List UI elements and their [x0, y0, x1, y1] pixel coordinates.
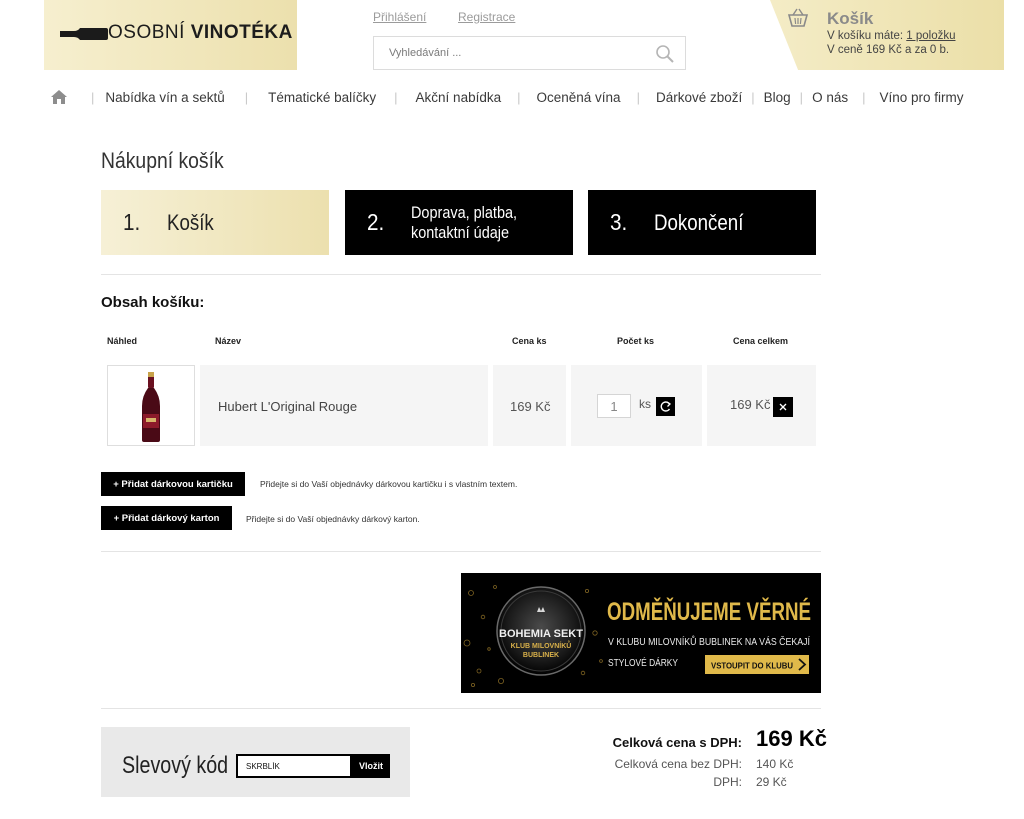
- banner-subtitle-2: STYLOVÉ DÁRKY: [608, 656, 678, 669]
- nav-item-awarded[interactable]: Oceněná vína: [537, 90, 621, 105]
- search-box: [373, 36, 686, 70]
- nav-item-gifts[interactable]: Dárkové zboží: [656, 90, 742, 105]
- col-header-quantity: Počet ks: [617, 336, 655, 346]
- register-link[interactable]: Registrace: [458, 10, 515, 24]
- banner-graphic: BOHEMIA SEKT KLUB MILOVNÍKŮ BUBLINEK ODM…: [463, 585, 811, 688]
- nav-item-about[interactable]: O nás: [812, 90, 848, 105]
- nav-separator: |: [244, 89, 249, 105]
- nav-item-wines[interactable]: Nabídka vín a sektů: [105, 90, 224, 105]
- discount-code-input[interactable]: [236, 754, 352, 778]
- logo-text: OSOBNÍ VINOTÉKA: [108, 22, 293, 43]
- product-name[interactable]: Hubert L'Original Rouge: [218, 399, 357, 414]
- refresh-icon: [660, 401, 672, 412]
- nav-separator: |: [636, 89, 640, 105]
- nav-separator: |: [394, 89, 398, 105]
- nav-separator: |: [91, 89, 95, 105]
- line-total: 169 Kč: [730, 397, 771, 412]
- step-delivery[interactable]: 2. Doprava, platba, kontaktní údaje: [345, 190, 573, 255]
- step-number: 1.: [123, 209, 141, 235]
- nav-item-offers[interactable]: Akční nabídka: [416, 90, 502, 105]
- nav-separator: |: [799, 89, 804, 105]
- quantity-unit: ks: [639, 397, 651, 411]
- step-finish[interactable]: 3. Dokončení: [588, 190, 816, 255]
- search-icon[interactable]: [655, 44, 675, 64]
- col-header-name: Název: [215, 336, 242, 346]
- total-without-vat-value: 140 Kč: [756, 757, 794, 771]
- cell-qty-bg: [571, 365, 702, 446]
- login-link[interactable]: Přihlášení: [373, 10, 426, 24]
- remove-item-button[interactable]: [773, 397, 793, 417]
- nav-item-packages[interactable]: Tématické balíčky: [268, 90, 376, 105]
- total-with-vat-value: 169 Kč: [756, 726, 827, 751]
- banner-subtitle-1: V KLUBU MILOVNÍKŮ BUBLINEK NA VÁS ČEKAJÍ: [608, 635, 810, 648]
- quantity-input[interactable]: [597, 394, 631, 418]
- apply-discount-button[interactable]: Vložit: [352, 754, 390, 778]
- mini-cart-price: V ceně 169 Kč a za 0 b.: [827, 44, 950, 56]
- step-label: Košík: [167, 209, 214, 235]
- wine-bottle-logo-icon: [60, 28, 108, 40]
- total-without-vat-label: Celková cena bez DPH:: [614, 757, 742, 771]
- banner-cta-label: VSTOUPIT DO KLUBU: [711, 661, 793, 671]
- nav-separator: |: [517, 89, 521, 105]
- gift-box-description: Přidejte si do Vaší objednávky dárkový k…: [246, 514, 420, 524]
- col-header-total: Cena celkem: [733, 336, 789, 346]
- nav-item-business[interactable]: Víno pro firmy: [879, 90, 963, 105]
- step-number: 3.: [610, 209, 628, 235]
- divider: [101, 274, 821, 275]
- refresh-quantity-button[interactable]: [656, 397, 675, 416]
- cart-content-title: Obsah košíku:: [101, 294, 205, 311]
- basket-icon: [787, 8, 809, 27]
- nav-separator: |: [751, 89, 755, 105]
- mini-cart-title: Košík: [827, 9, 874, 28]
- divider: [101, 708, 821, 709]
- close-icon: [779, 403, 787, 411]
- col-header-preview: Náhled: [107, 336, 138, 346]
- vat-value: 29 Kč: [756, 775, 787, 789]
- col-header-unit-price: Cena ks: [512, 336, 547, 346]
- page-title: Nákupní košík: [101, 148, 224, 173]
- total-with-vat-label: Celková cena s DPH:: [612, 735, 742, 750]
- step-number: 2.: [367, 209, 385, 235]
- product-thumbnail[interactable]: [107, 365, 195, 446]
- gift-card-description: Přidejte si do Vaší objednávky dárkovou …: [260, 479, 518, 489]
- step-label: Doprava, platba, kontaktní údaje: [411, 202, 518, 242]
- main-nav: | Nabídka vín a sektů | Tématické balíčk…: [50, 86, 1000, 108]
- discount-label: Slevový kód: [122, 752, 229, 779]
- wine-bottle-image: [142, 372, 160, 442]
- divider: [101, 551, 821, 552]
- banner-headline: ODMĚŇUJEME VĚRNÉ: [607, 596, 811, 626]
- banner-brand-line1: BOHEMIA SEKT: [499, 628, 583, 640]
- search-input[interactable]: [375, 38, 645, 68]
- step-label: Dokončení: [654, 209, 744, 235]
- banner-brand-line3: BUBLINEK: [523, 652, 559, 659]
- step-cart: 1. Košík: [101, 190, 329, 255]
- mini-cart-count: V košíku máte: 1 položku: [827, 30, 956, 42]
- nav-separator: |: [862, 89, 866, 105]
- nav-item-blog[interactable]: Blog: [764, 90, 791, 105]
- vat-label: DPH:: [713, 775, 742, 789]
- add-gift-box-button[interactable]: + Přidat dárkový karton: [101, 506, 232, 530]
- club-banner[interactable]: BOHEMIA SEKT KLUB MILOVNÍKŮ BUBLINEK ODM…: [461, 573, 821, 693]
- mini-cart-items-link[interactable]: 1 položku: [906, 30, 955, 42]
- add-gift-card-button[interactable]: + Přidat dárkovou kartičku: [101, 472, 245, 496]
- home-icon[interactable]: [50, 89, 68, 105]
- unit-price: 169 Kč: [510, 399, 551, 414]
